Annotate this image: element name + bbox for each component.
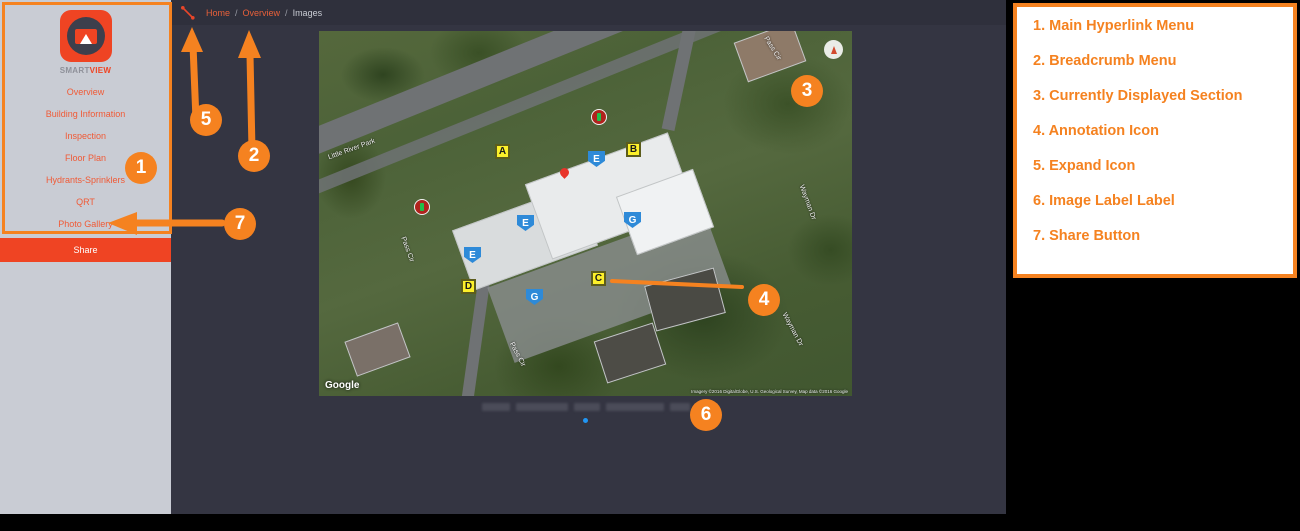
- map-marker-e[interactable]: E: [517, 215, 534, 231]
- satellite-imagery: [319, 31, 852, 396]
- caption-redacted-text: [319, 403, 852, 411]
- expand-icon[interactable]: [181, 5, 195, 20]
- breadcrumb-trail: Home / Overview / Images: [206, 8, 322, 18]
- breadcrumb-menu: Home / Overview / Images: [171, 0, 1006, 25]
- legend-item-1: 1. Main Hyperlink Menu: [1033, 18, 1195, 34]
- annotation-badge-6: 6: [690, 399, 722, 431]
- screenshot-stage: SMARTVIEW Overview Building Information In…: [0, 0, 1300, 531]
- annotation-icon-b[interactable]: B: [626, 142, 641, 157]
- breadcrumb-separator: /: [285, 7, 288, 18]
- highlight-box-sidebar: [2, 2, 172, 234]
- compass-north-icon[interactable]: [824, 40, 843, 59]
- legend-item-5: 5. Expand Icon: [1033, 158, 1136, 174]
- annotation-icon-d[interactable]: D: [461, 279, 476, 294]
- content-area: Little River Park Pass Cir Wayman Dr Wayman…: [171, 25, 1006, 514]
- caption-word-block: [515, 403, 568, 411]
- building: [593, 322, 667, 384]
- legend-panel: 1. Main Hyperlink Menu 2. Breadcrumb Menu…: [1013, 3, 1297, 278]
- legend-item-4: 4. Annotation Icon: [1033, 123, 1159, 139]
- map-marker-g[interactable]: G: [526, 289, 543, 305]
- hydrant-icon[interactable]: [591, 109, 607, 125]
- map-marker-e[interactable]: E: [588, 151, 605, 167]
- annotation-icon-c[interactable]: C: [591, 271, 606, 286]
- caption-word-block: [481, 403, 510, 411]
- legend-item-7: 7. Share Button: [1033, 228, 1141, 244]
- legend-list: 1. Main Hyperlink Menu 2. Breadcrumb Menu…: [1033, 18, 1293, 244]
- map-marker-e[interactable]: E: [464, 247, 481, 263]
- currently-displayed-section-map[interactable]: Little River Park Pass Cir Wayman Dr Wayman…: [319, 31, 852, 396]
- road: [460, 280, 490, 396]
- annotation-badge-5: 5: [190, 104, 222, 136]
- annotation-badge-3: 3: [791, 75, 823, 107]
- building: [344, 322, 411, 377]
- annotation-badge-4: 4: [748, 284, 780, 316]
- annotation-badge-7: 7: [224, 208, 256, 240]
- legend-item-2: 2. Breadcrumb Menu: [1033, 53, 1177, 69]
- image-label-caption: [319, 403, 852, 423]
- breadcrumb-separator: /: [235, 7, 238, 18]
- map-attribution: Imagery ©2016 DigitalGlobe, U.S. Geologi…: [691, 389, 848, 394]
- location-pin-icon[interactable]: [558, 166, 571, 179]
- map-marker-g[interactable]: G: [624, 212, 641, 228]
- annotation-icon-a[interactable]: A: [495, 144, 510, 159]
- annotation-badge-1: 1: [125, 152, 157, 184]
- caption-word-block: [605, 403, 664, 411]
- breadcrumb-item-overview[interactable]: Overview: [243, 8, 281, 18]
- google-logo: Google: [325, 380, 360, 391]
- pagination-dot[interactable]: [583, 418, 588, 423]
- carousel-pagination-dots[interactable]: [319, 418, 852, 423]
- hydrant-icon[interactable]: [414, 199, 430, 215]
- annotation-badge-2: 2: [238, 140, 270, 172]
- legend-item-3: 3. Currently Displayed Section: [1033, 88, 1243, 104]
- breadcrumb-item-home[interactable]: Home: [206, 8, 230, 18]
- breadcrumb-item-images: Images: [292, 7, 323, 18]
- legend-item-6: 6. Image Label Label: [1033, 193, 1175, 209]
- share-button[interactable]: Share: [0, 238, 171, 262]
- caption-word-block: [573, 403, 600, 411]
- caption-word-block: [669, 403, 690, 411]
